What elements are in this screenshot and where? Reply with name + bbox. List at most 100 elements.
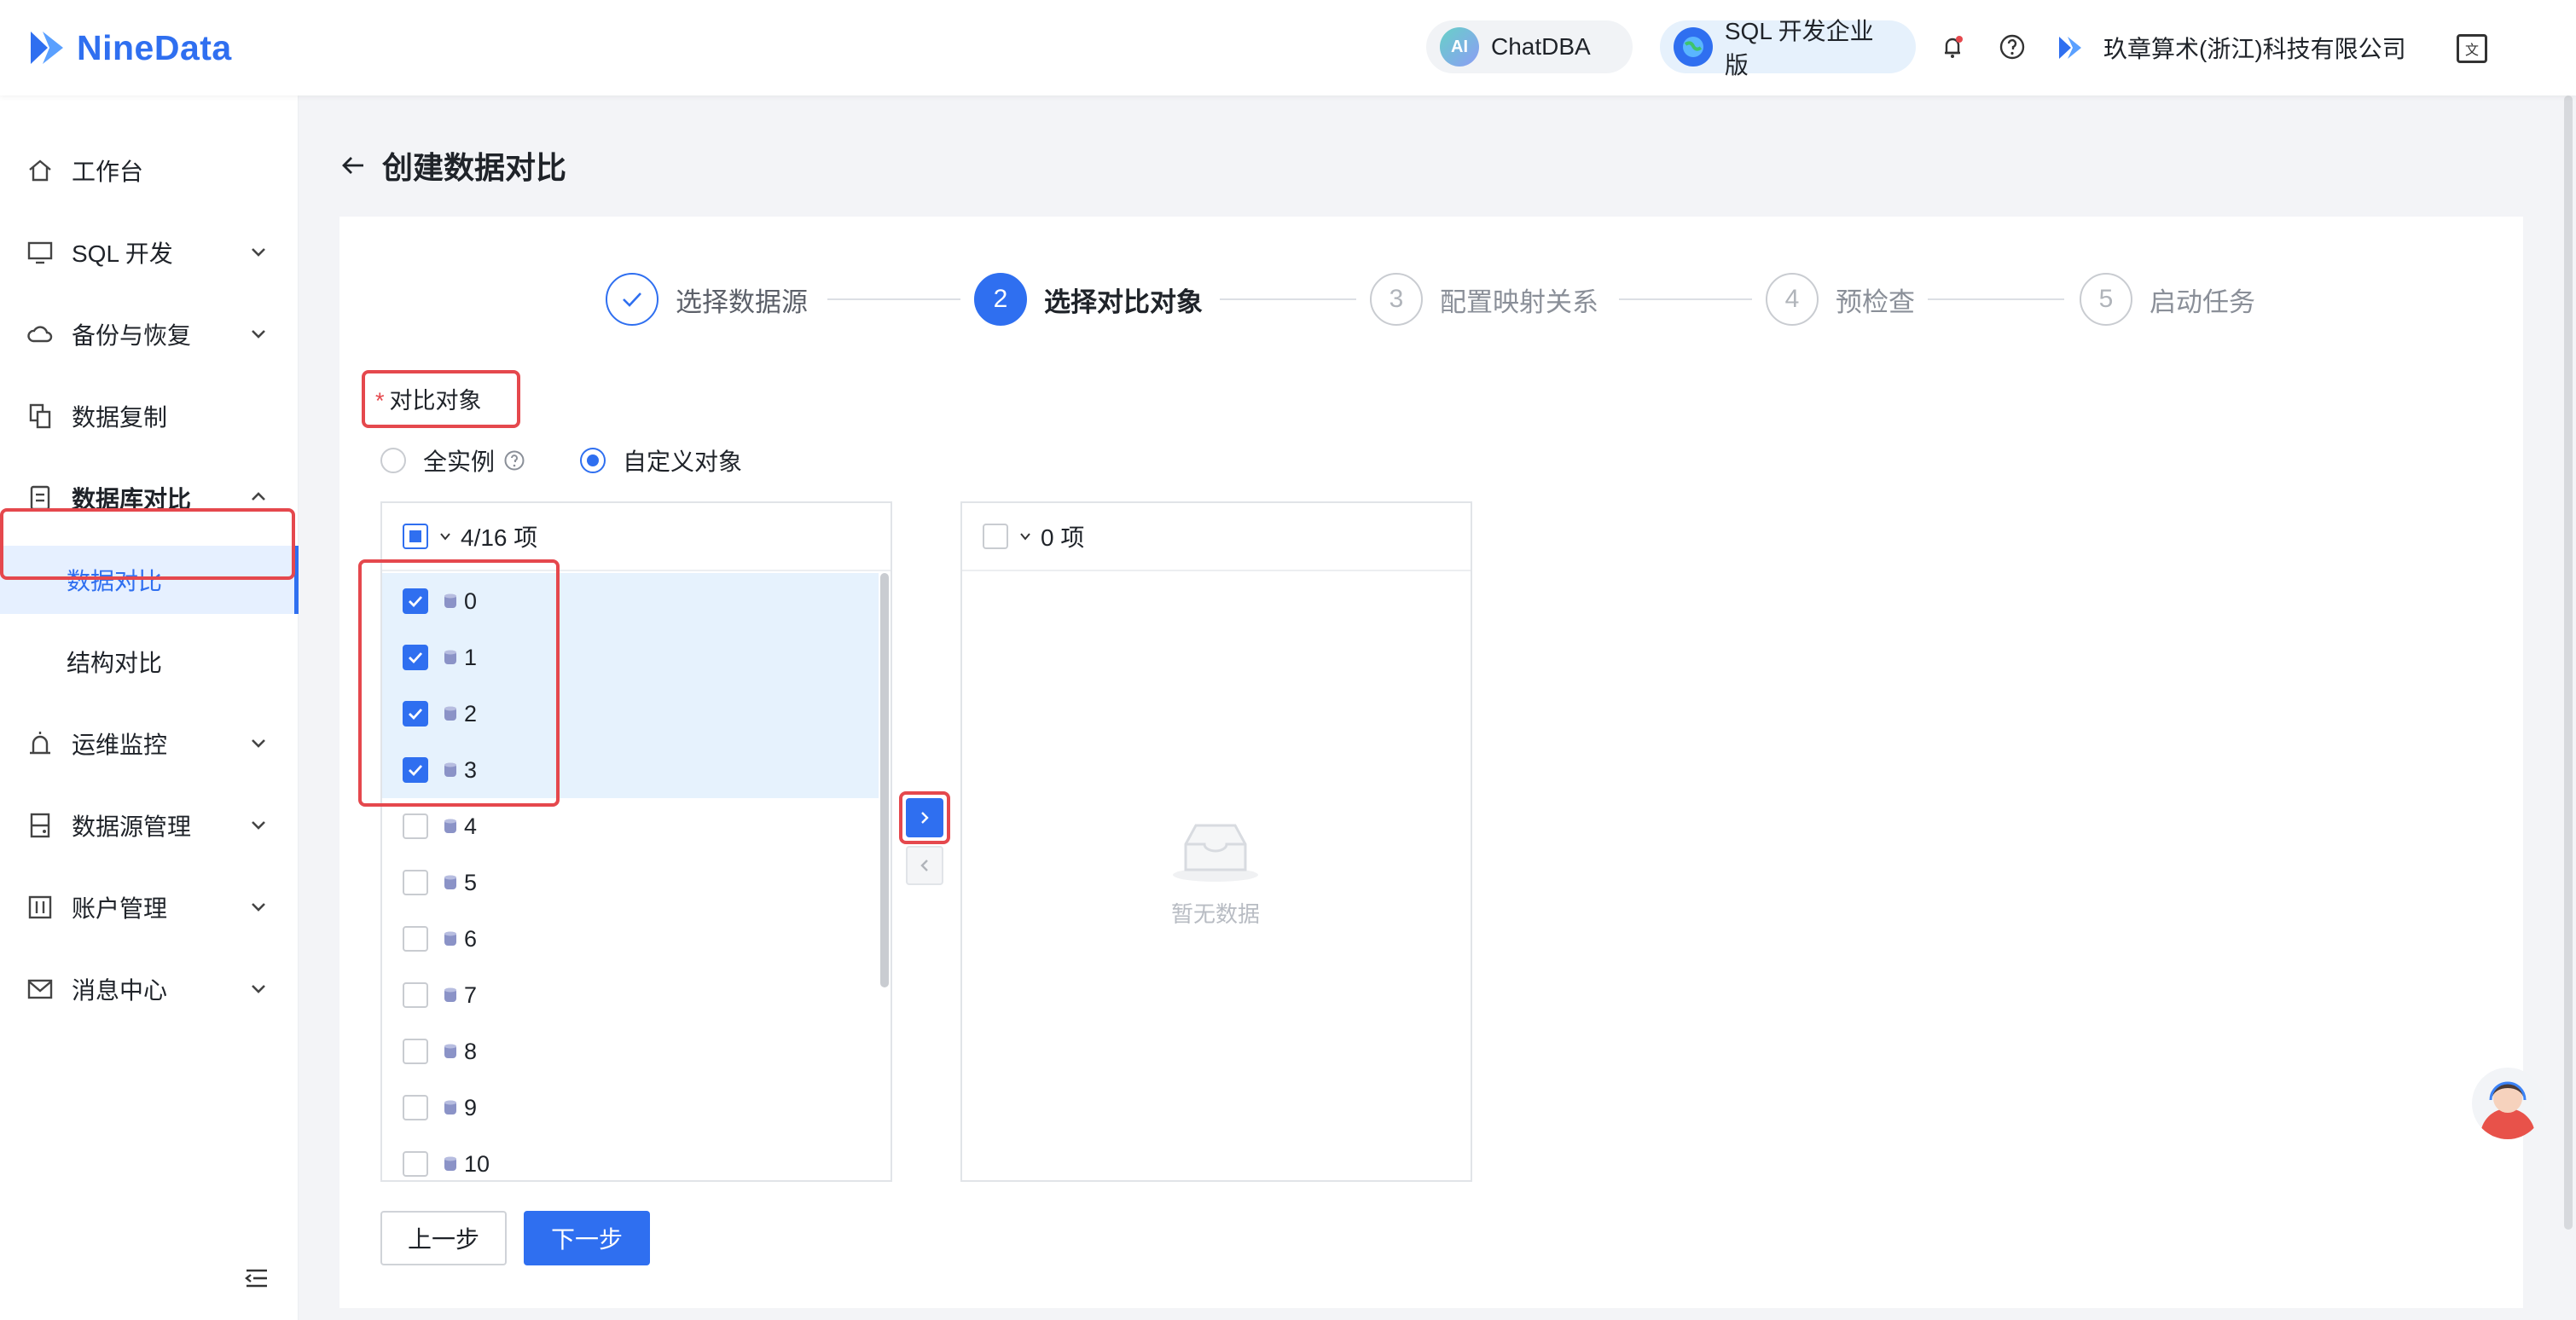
step-label: 启动任务: [2150, 287, 2255, 317]
sidebar-item-label: SQL 开发: [72, 240, 173, 267]
chatdba-label: ChatDBA: [1491, 33, 1591, 60]
page-title-text: 创建数据对比: [382, 150, 567, 185]
sidebar-item-workbench[interactable]: 工作台: [0, 136, 299, 205]
step-number: 4: [1766, 273, 1819, 326]
chevron-down-icon: [252, 248, 265, 257]
step-connector: [827, 298, 960, 300]
sidebar-item-account[interactable]: 账户管理: [0, 873, 299, 941]
page-title: 创建数据对比: [339, 143, 566, 188]
item-label: 10: [464, 1150, 490, 1177]
sidebar-item-messages[interactable]: 消息中心: [0, 955, 299, 1023]
support-avatar-icon[interactable]: [2472, 1068, 2544, 1139]
next-step-button[interactable]: 下一步: [524, 1211, 650, 1265]
empty-text: 暂无数据: [1170, 901, 1260, 927]
chevron-up-icon: [252, 492, 265, 501]
collapse-sidebar-icon[interactable]: [244, 1265, 270, 1291]
chevron-down-icon[interactable]: [438, 530, 452, 543]
help-icon[interactable]: [503, 449, 525, 472]
database-icon: [444, 1100, 456, 1114]
item-checkbox[interactable]: [403, 813, 428, 839]
list-item[interactable]: 8: [382, 1023, 879, 1080]
top-bar: NineData AI ChatDBA SQL 开发企业版 玖章算术(浙江)科技…: [0, 0, 2576, 96]
item-checkbox[interactable]: [403, 1095, 428, 1120]
step-label: 预检查: [1836, 287, 1915, 317]
mail-icon: [27, 979, 53, 999]
step-number: 5: [2080, 273, 2132, 326]
highlight-sidebar-data-compare: [0, 508, 295, 580]
sidebar-item-label: 结构对比: [67, 650, 163, 676]
cloud-icon: [27, 326, 53, 343]
radio-all-instances[interactable]: [380, 448, 406, 473]
chevron-down-icon: [252, 739, 265, 748]
radio-all-label: 全实例: [423, 449, 496, 475]
target-select-all-checkbox[interactable]: [983, 524, 1008, 549]
brand-name: NineData: [77, 27, 232, 67]
language-toggle-icon[interactable]: 文: [2457, 34, 2487, 63]
list-item[interactable]: 6: [382, 911, 879, 967]
empty-inbox-icon: [1173, 824, 1258, 882]
object-scope-radio-group: 全实例 自定义对象: [380, 443, 742, 478]
chatdba-button[interactable]: AI ChatDBA: [1426, 20, 1633, 73]
copy-icon: [29, 403, 51, 429]
list-item[interactable]: 5: [382, 854, 879, 911]
move-left-button[interactable]: [906, 846, 943, 885]
sidebar-item-label: 消息中心: [72, 977, 168, 1004]
chevron-down-icon[interactable]: [1018, 530, 1032, 543]
source-list-scrollbar[interactable]: [880, 573, 889, 987]
list-item[interactable]: 7: [382, 967, 879, 1023]
prev-step-button[interactable]: 上一步: [380, 1211, 507, 1265]
chevron-down-icon: [252, 330, 265, 339]
item-checkbox[interactable]: [403, 870, 428, 895]
sidebar-item-label: 备份与恢复: [72, 322, 192, 349]
bell-icon[interactable]: [1938, 32, 1967, 61]
radio-custom-objects[interactable]: [580, 448, 606, 473]
sidebar-item-sql[interactable]: SQL 开发: [0, 218, 299, 287]
sidebar-item-structure-compare[interactable]: 结构对比: [0, 628, 299, 696]
sidebar: 工作台 SQL 开发 备份与恢复 数据复制 数据库对比 数据对比 结构对比 运维…: [0, 96, 299, 1320]
highlight-compare-object: [362, 370, 520, 428]
edition-label: SQL 开发企业版: [1724, 18, 1874, 78]
step-mapping: 3 配置映射关系: [1370, 271, 1598, 327]
step-connector: [1619, 298, 1752, 300]
highlight-selected-items: [358, 559, 560, 807]
page-scrollbar[interactable]: [2564, 96, 2573, 1230]
check-icon: [606, 273, 659, 326]
sidebar-item-monitoring[interactable]: 运维监控: [0, 709, 299, 778]
item-label: 5: [464, 869, 478, 895]
step-connector: [1220, 298, 1356, 300]
brand-logo[interactable]: NineData: [24, 22, 232, 73]
account-settings-icon: [28, 895, 52, 919]
transfer-target-header: 0 项: [962, 503, 1471, 571]
item-checkbox[interactable]: [403, 982, 428, 1008]
edition-badge[interactable]: SQL 开发企业版: [1660, 18, 1916, 78]
step-label: 选择数据源: [676, 287, 808, 317]
sidebar-item-datasource[interactable]: 数据源管理: [0, 791, 299, 860]
company-switcher[interactable]: 玖章算术(浙江)科技有限公司: [2056, 31, 2406, 65]
datasource-icon: [30, 813, 50, 838]
sidebar-item-replication[interactable]: 数据复制: [0, 382, 299, 450]
list-item[interactable]: 10: [382, 1136, 879, 1180]
database-icon: [444, 1156, 456, 1171]
ai-icon: AI: [1440, 27, 1479, 67]
item-checkbox[interactable]: [403, 1151, 428, 1177]
chevron-down-icon: [252, 903, 265, 912]
chevron-down-icon: [252, 821, 265, 830]
chevron-down-icon: [252, 985, 265, 993]
step-select-objects: 2 选择对比对象: [974, 271, 1203, 327]
help-icon[interactable]: [1998, 32, 2027, 61]
step-label: 选择对比对象: [1044, 287, 1203, 317]
globe-icon: [1674, 27, 1713, 67]
select-all-checkbox[interactable]: [403, 524, 428, 549]
back-arrow-icon[interactable]: [339, 152, 367, 179]
list-item[interactable]: 9: [382, 1080, 879, 1136]
alarm-icon: [30, 732, 50, 755]
sidebar-item-backup[interactable]: 备份与恢复: [0, 300, 299, 368]
item-checkbox[interactable]: [403, 1039, 428, 1064]
database-icon: [444, 819, 456, 833]
item-checkbox[interactable]: [403, 926, 428, 952]
step-number: 3: [1370, 273, 1423, 326]
item-label: 7: [464, 981, 478, 1008]
item-label: 4: [464, 813, 478, 839]
sidebar-item-label: 数据复制: [72, 404, 168, 431]
highlight-move-right: [899, 791, 950, 844]
